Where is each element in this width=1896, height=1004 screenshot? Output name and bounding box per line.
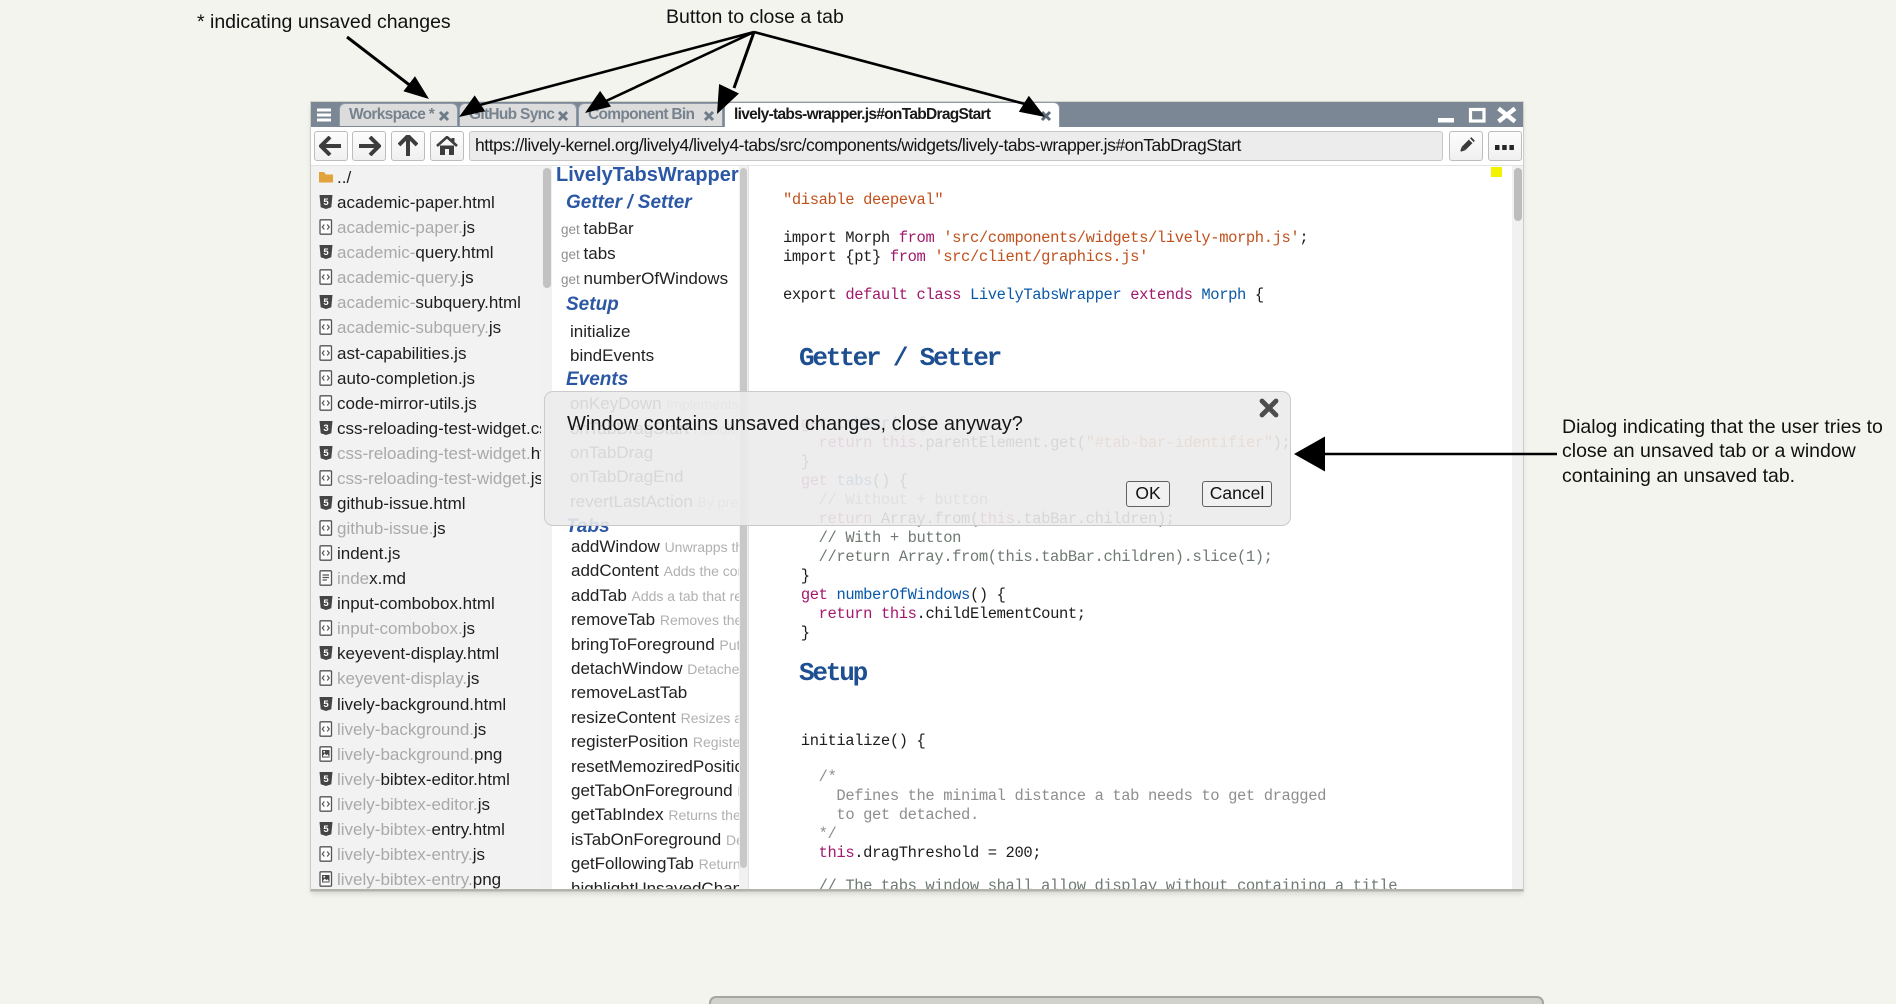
svg-text:5: 5 <box>323 297 329 308</box>
svg-text:5: 5 <box>323 448 329 459</box>
svg-text:5: 5 <box>323 824 329 835</box>
svg-text:5: 5 <box>323 247 329 258</box>
svg-text:5: 5 <box>323 648 329 659</box>
svg-text:5: 5 <box>323 774 329 785</box>
svg-text:5: 5 <box>323 197 329 208</box>
svg-text:5: 5 <box>323 699 329 710</box>
svg-text:3: 3 <box>323 423 328 434</box>
svg-text:5: 5 <box>323 598 329 609</box>
svg-text:5: 5 <box>323 498 329 509</box>
